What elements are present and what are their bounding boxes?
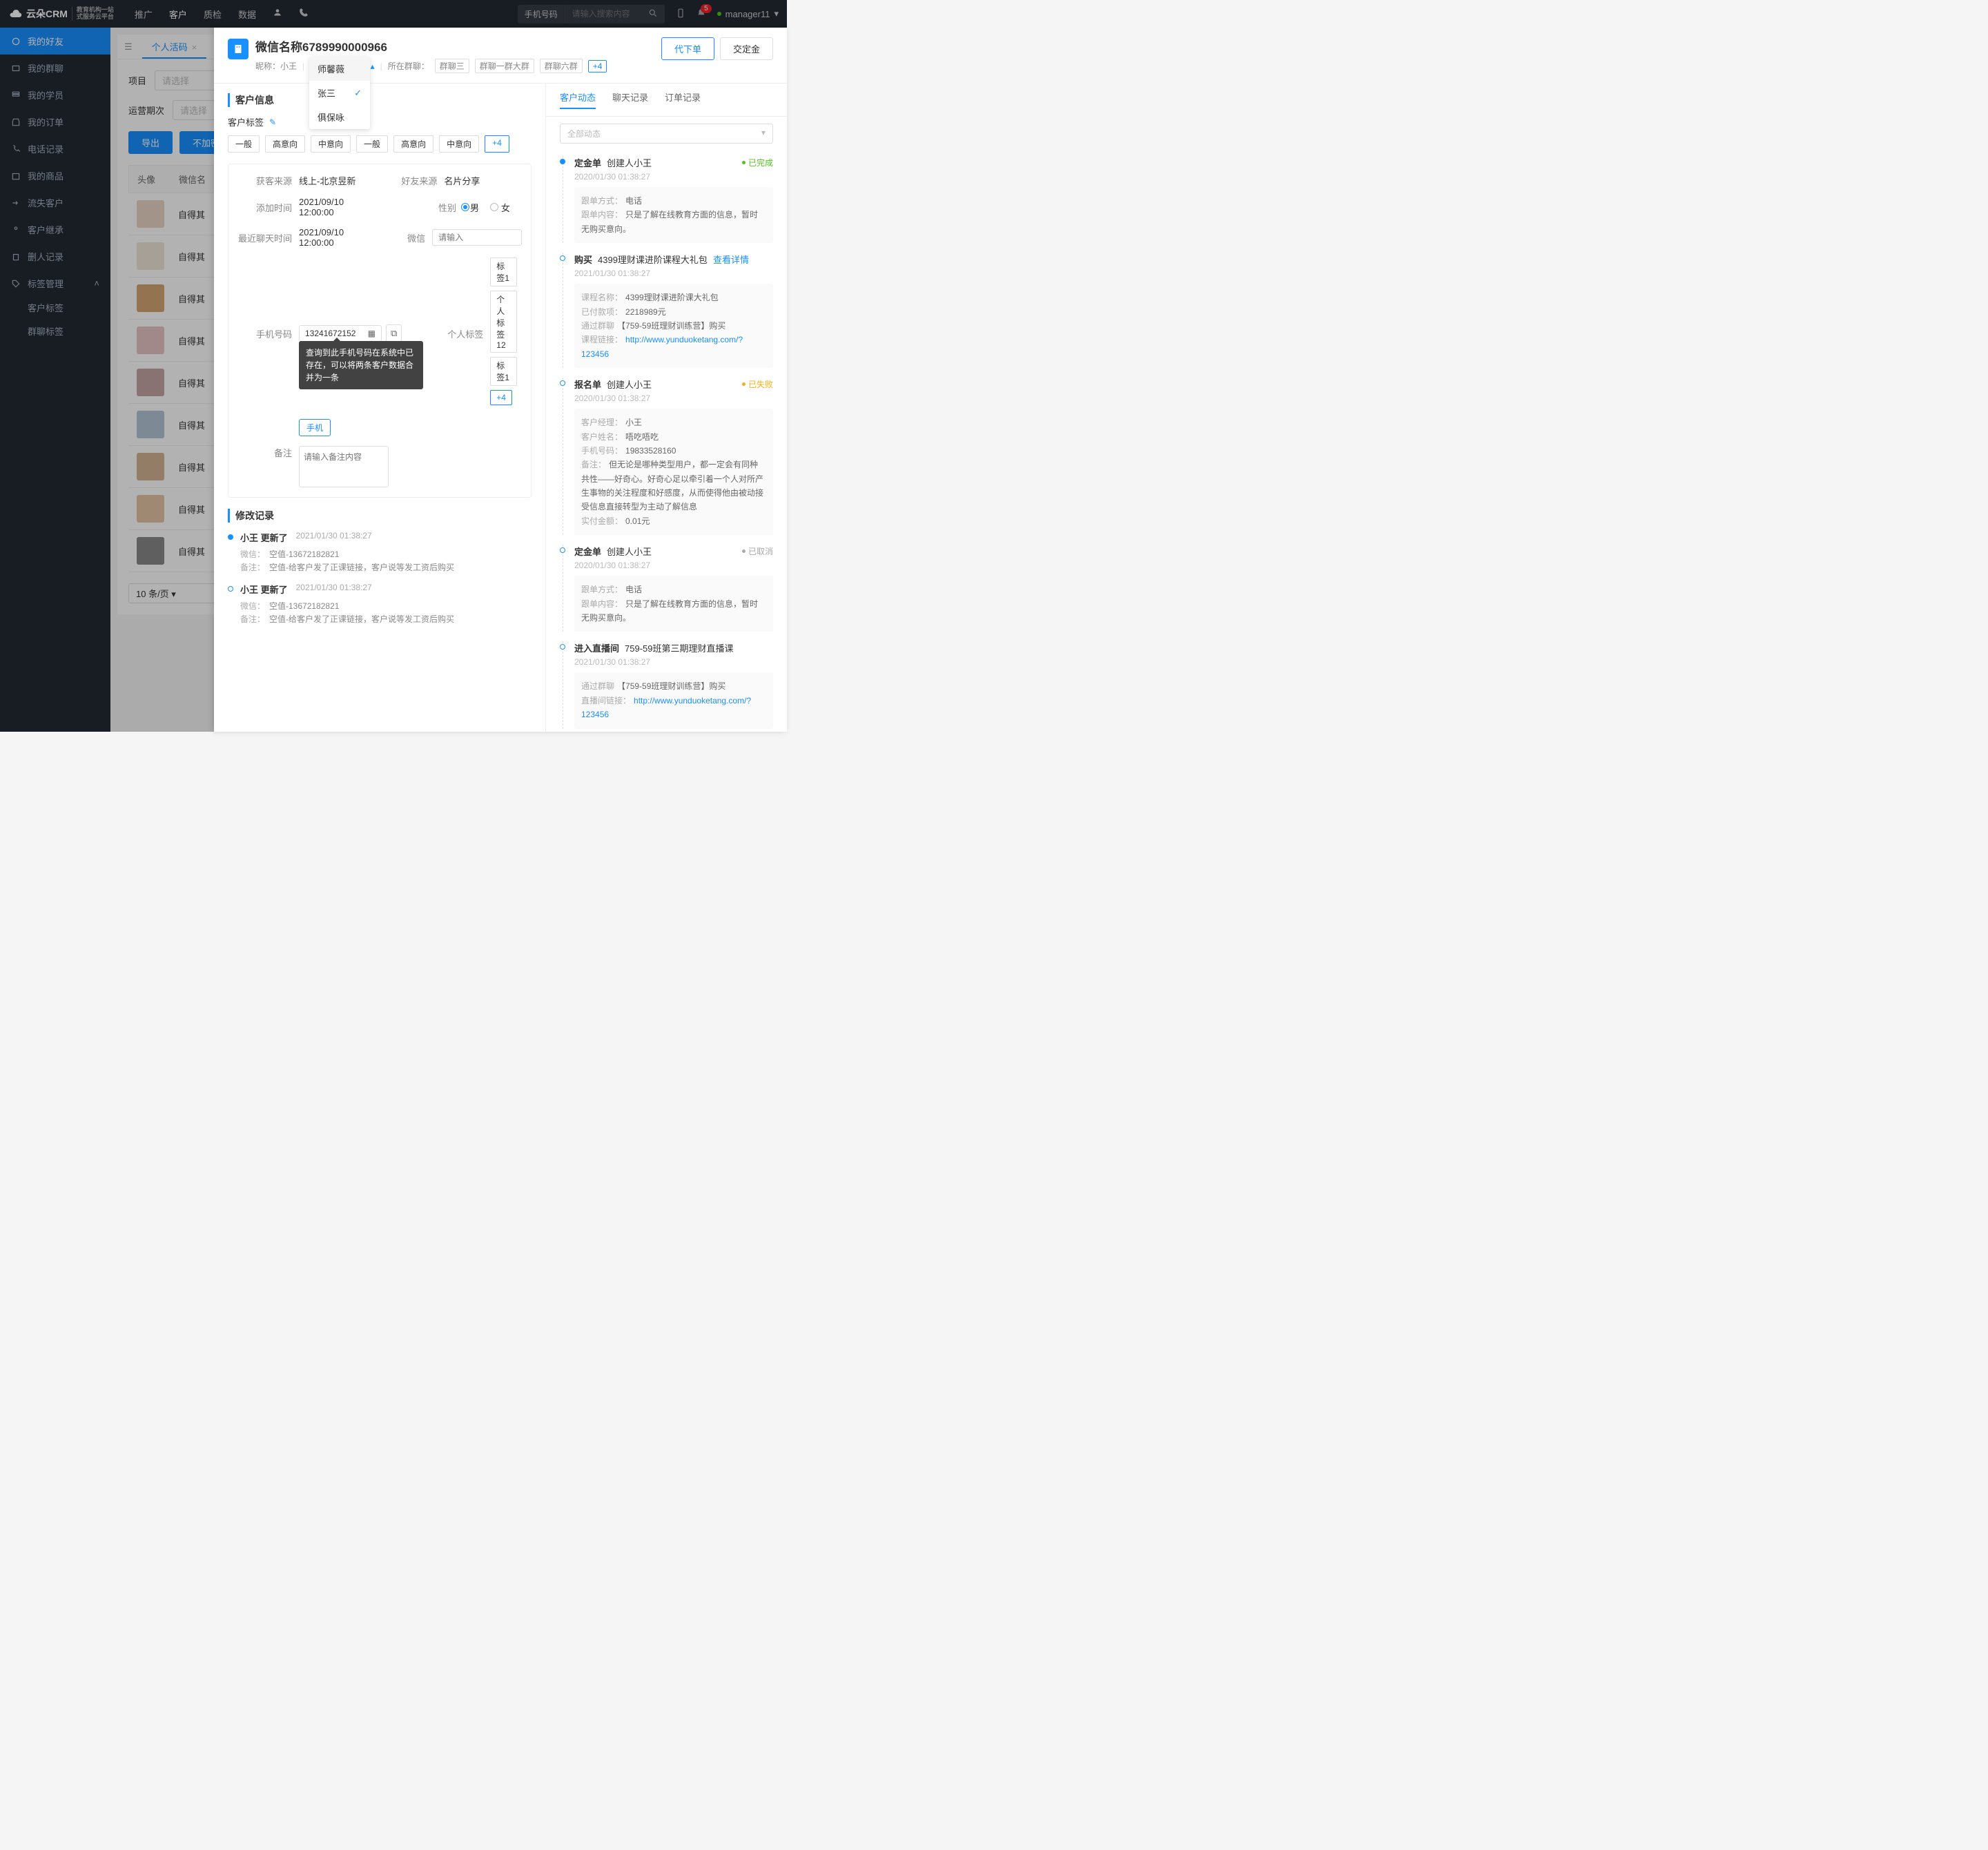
phone-input[interactable]: 13241672152▦ [299, 325, 382, 342]
deposit-button[interactable]: 交定金 [720, 37, 773, 60]
activity-filter[interactable]: 全部动态▾ [560, 124, 773, 144]
tag: 高意向 [393, 135, 433, 153]
radio-male[interactable]: 男 [463, 201, 479, 214]
tag: 高意向 [265, 135, 305, 153]
mgr-option[interactable]: 张三✓ [309, 81, 370, 105]
add-phone-icon[interactable]: ⧉ [386, 324, 402, 342]
phone-tooltip: 查询到此手机号码在系统中已存在，可以将两条客户数据合并为一条 [299, 341, 423, 389]
mgr-option[interactable]: 俱保咏 [309, 105, 370, 129]
more-groups[interactable]: +4 [588, 60, 607, 72]
wechat-input[interactable] [432, 229, 522, 246]
view-detail-link[interactable]: 查看详情 [713, 253, 749, 266]
more-ptags[interactable]: +4 [490, 390, 512, 405]
tag: 中意向 [311, 135, 351, 153]
phone-link-button[interactable]: 手机 [299, 419, 331, 436]
qr-icon[interactable]: ▦ [368, 329, 376, 338]
radio-female[interactable]: 女 [490, 201, 510, 214]
tab-orders[interactable]: 订单记录 [665, 90, 701, 109]
tag: 一般 [356, 135, 388, 153]
note-input[interactable] [299, 446, 389, 487]
more-tags[interactable]: +4 [485, 135, 509, 153]
manager-dropdown: 师馨薇 张三✓ 俱保咏 [309, 57, 370, 129]
tag: 中意向 [439, 135, 479, 153]
tag: 一般 [228, 135, 260, 153]
tab-activity[interactable]: 客户动态 [560, 90, 596, 109]
edit-icon[interactable]: ✎ [269, 117, 276, 127]
customer-drawer: 微信名称6789990000966 昵称：小王| 客户经理：张三 ▴| 所在群聊… [214, 28, 787, 732]
drawer-title: 微信名称6789990000966 [255, 37, 661, 55]
building-icon [228, 39, 248, 59]
tab-chat[interactable]: 聊天记录 [612, 90, 648, 109]
proxy-order-button[interactable]: 代下单 [661, 37, 714, 60]
mgr-option[interactable]: 师馨薇 [309, 57, 370, 81]
